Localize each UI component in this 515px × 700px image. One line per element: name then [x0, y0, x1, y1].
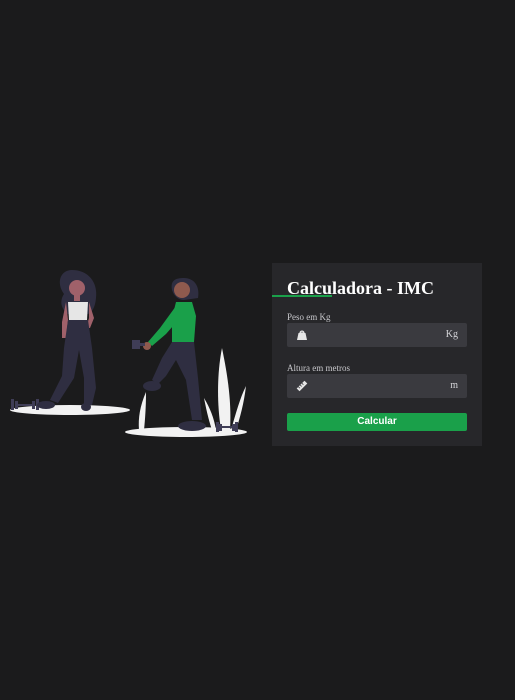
ruler-icon	[296, 380, 308, 392]
height-input-group: m	[287, 374, 467, 398]
weight-input-group: Kg	[287, 323, 467, 347]
weight-label: Peso em Kg	[287, 312, 331, 322]
height-label: Altura em metros	[287, 363, 350, 373]
height-unit: m	[450, 380, 458, 391]
weight-icon	[297, 330, 307, 340]
weight-input[interactable]	[315, 323, 435, 347]
woman-standing	[37, 270, 97, 411]
floor-shadow-left	[10, 405, 130, 415]
title-underline	[272, 295, 332, 297]
calculate-button[interactable]: Calcular	[287, 413, 467, 431]
bmi-calculator-card: Calculadora - IMC Peso em Kg Kg Altura e…	[272, 263, 482, 446]
height-input[interactable]	[315, 374, 435, 398]
fitness-illustration	[10, 270, 247, 437]
weight-unit: Kg	[445, 329, 458, 340]
